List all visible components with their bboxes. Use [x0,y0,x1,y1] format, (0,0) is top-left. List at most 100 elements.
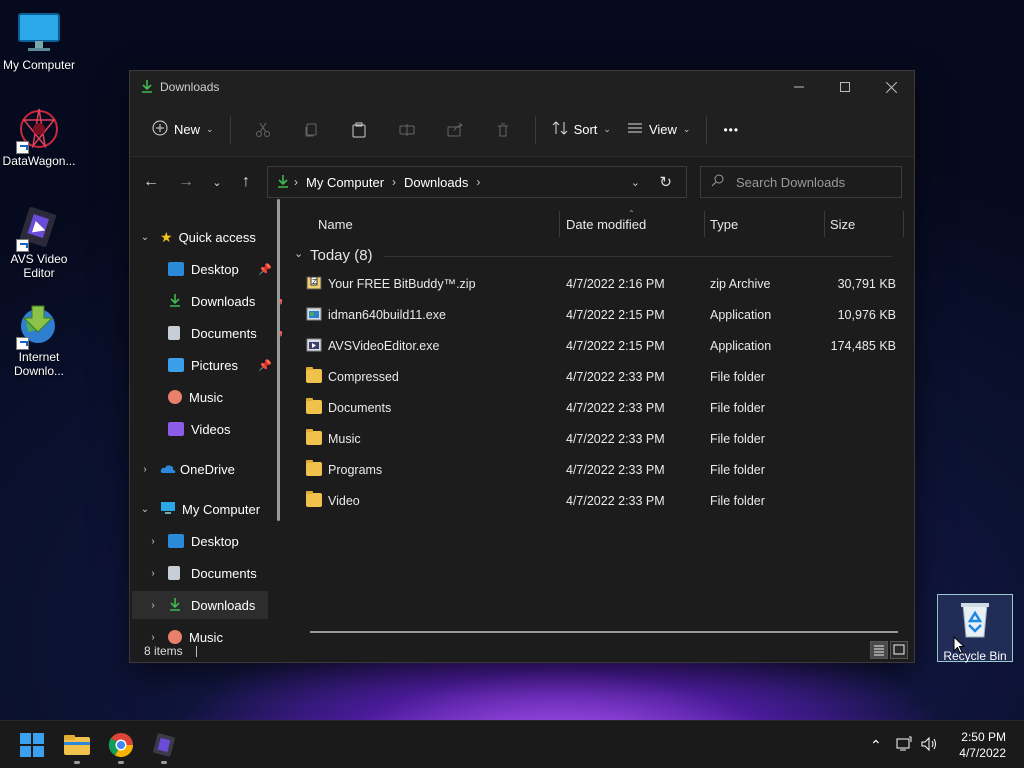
file-row[interactable]: Video 4/7/2022 2:33 PM File folder [302,486,902,516]
file-type: File folder [710,401,765,415]
nav-onedrive[interactable]: › OneDrive [138,455,235,483]
file-date: 4/7/2022 2:33 PM [566,370,665,384]
desktop-icon-internet-download[interactable]: Internet Downlo... [0,302,78,378]
nav-computer-desktop[interactable]: › Desktop [146,527,239,555]
file-type: File folder [710,432,765,446]
more-options-button[interactable]: ••• [715,114,747,146]
nav-quick-access[interactable]: ⌄ ★ Quick access [138,223,256,251]
file-row[interactable]: Z Your FREE BitBuddy™.zip 4/7/2022 2:16 … [302,269,902,299]
status-divider [196,646,198,658]
music-icon [168,390,182,404]
column-header-size[interactable]: Size [830,217,855,232]
column-divider[interactable] [559,211,560,237]
videos-icon [168,422,184,436]
close-button[interactable] [868,71,914,103]
nav-quick-videos[interactable]: Videos [168,415,231,443]
column-divider[interactable] [824,211,825,237]
nav-my-computer[interactable]: ⌄ My Computer [138,495,260,523]
nav-quick-documents[interactable]: Documents 📌 [168,319,282,347]
chrome-icon[interactable] [107,731,135,759]
nav-quick-pictures[interactable]: Pictures 📌 [168,351,272,379]
recent-chevron-icon[interactable]: ⌄ [202,167,232,197]
file-explorer-window[interactable]: Downloads New ⌄ Sort ⌄ View ⌄ ••• ← → ⌄ … [129,70,915,663]
file-row[interactable]: Music 4/7/2022 2:33 PM File folder [302,424,902,454]
column-header-type[interactable]: Type [710,217,738,232]
nav-quick-downloads[interactable]: Downloads 📌 [168,287,282,315]
breadcrumb-downloads[interactable]: Downloads [404,175,468,190]
svg-text:Z: Z [312,278,317,286]
back-arrow-icon[interactable]: ← [136,167,166,197]
sort-button[interactable]: Sort ⌄ [544,114,619,146]
view-button[interactable]: View ⌄ [619,114,699,146]
search-box[interactable]: Search Downloads [700,166,902,198]
file-date: 4/7/2022 2:15 PM [566,339,665,353]
star-icon: ★ [160,228,173,245]
column-divider[interactable] [903,211,904,237]
nav-computer-downloads[interactable]: › Downloads [132,591,268,619]
nav-scrollbar[interactable] [277,199,280,521]
group-header-today[interactable]: Today (8) [310,247,373,264]
up-arrow-icon[interactable]: ↑ [231,167,261,197]
folder-icon [306,398,322,414]
details-view-icon[interactable] [870,641,888,659]
file-row[interactable]: Documents 4/7/2022 2:33 PM File folder [302,393,902,423]
file-row[interactable]: idman640build11.exe 4/7/2022 2:15 PM App… [302,300,902,330]
volume-icon[interactable] [920,736,938,755]
rename-icon[interactable] [391,114,423,146]
desktop-icon-label: Internet Downlo... [13,350,65,378]
file-type: File folder [710,463,765,477]
nav-quick-music[interactable]: Music [168,383,223,411]
file-row[interactable]: Programs 4/7/2022 2:33 PM File folder [302,455,902,485]
mouse-cursor-icon [953,635,966,657]
title-bar[interactable]: Downloads [130,71,914,103]
file-explorer-folder-icon[interactable] [63,731,91,759]
column-header-name[interactable]: Name [318,217,353,232]
nav-computer-documents[interactable]: › Documents [146,559,256,587]
nav-label: Desktop [191,533,239,549]
file-row[interactable]: Compressed 4/7/2022 2:33 PM File folder [302,362,902,392]
paste-icon[interactable] [343,114,375,146]
horizontal-scrollbar[interactable] [310,631,898,633]
delete-icon[interactable] [487,114,519,146]
nav-label: Pictures [191,357,238,373]
copy-icon[interactable] [295,114,327,146]
new-button[interactable]: New ⌄ [144,114,222,146]
address-bar[interactable]: › My Computer › Downloads › ⌄ ↻ [267,166,687,198]
maximize-button[interactable] [822,71,868,103]
refresh-icon[interactable]: ↻ [659,173,672,191]
download-arrow-icon [276,174,290,191]
minimize-button[interactable] [776,71,822,103]
start-windows-icon[interactable] [20,733,44,757]
clock[interactable]: 2:50 PM 4/7/2022 [959,729,1006,761]
file-row[interactable]: AVSVideoEditor.exe 4/7/2022 2:15 PM Appl… [302,331,902,361]
desktop-icon-datawagon[interactable]: DataWagon... [0,106,78,168]
desktop-icon-my-computer[interactable]: My Computer [0,10,78,72]
desktop-icon-recycle-bin[interactable]: Recycle Bin [937,594,1013,663]
address-dropdown-icon[interactable]: ⌄ [631,176,640,189]
network-icon[interactable] [896,736,912,755]
nav-label: Downloads [191,597,256,613]
chevron-up-icon[interactable]: ⌃ [870,737,882,754]
breadcrumb-my-computer[interactable]: My Computer [306,175,384,190]
nav-quick-desktop[interactable]: Desktop 📌 [168,255,272,283]
chevron-right-icon: › [151,567,155,579]
system-tray: ⌃ [870,721,938,768]
desktop-icon-label: My Computer [2,58,76,72]
chevron-down-icon: ⌄ [603,124,611,134]
sort-label: Sort [573,122,598,137]
monitor-icon [160,501,176,518]
file-name: Music [328,432,361,446]
column-header-date[interactable]: Date modified [566,217,646,232]
tiles-view-icon[interactable] [890,641,908,659]
column-divider[interactable] [704,211,705,237]
desktop-icon-label: Recycle Bin [943,649,1007,663]
avs-video-taskbar-icon[interactable] [150,731,178,759]
share-icon[interactable] [439,114,471,146]
group-chevron-icon[interactable]: ⌄ [294,247,303,260]
nav-label: Documents [191,325,257,341]
forward-arrow-icon[interactable]: → [171,167,201,197]
cut-icon[interactable] [247,114,279,146]
nav-label: Quick access [178,229,256,245]
desktop-icon-avs-video-editor[interactable]: AVS Video Editor [0,204,78,280]
film-icon [16,204,62,252]
